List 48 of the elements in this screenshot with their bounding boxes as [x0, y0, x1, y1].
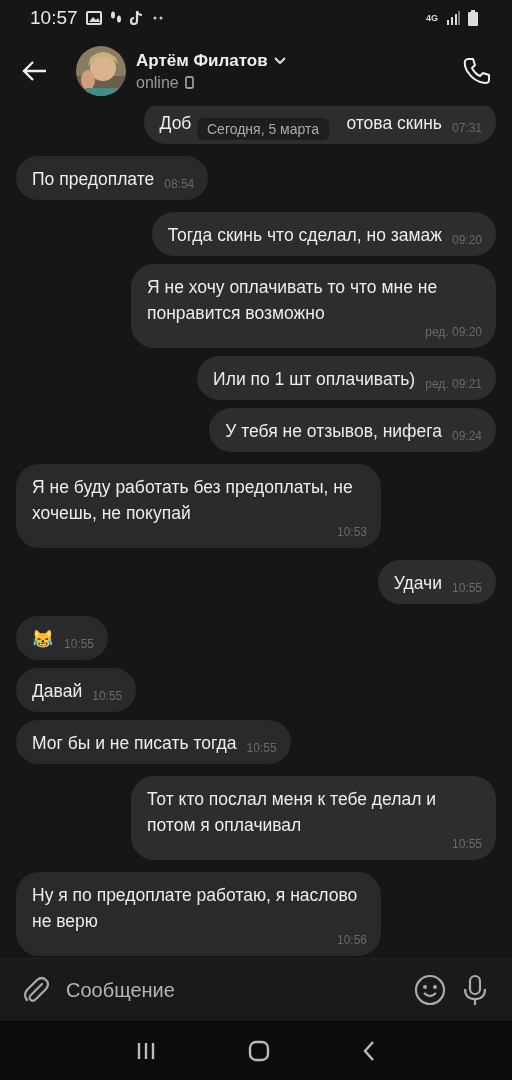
back-arrow-icon[interactable]: [22, 60, 48, 82]
message-time: 10:55: [451, 836, 482, 852]
more-icon: [151, 15, 164, 21]
contact-name[interactable]: Артём Филатов: [136, 50, 268, 71]
emoji-icon[interactable]: [414, 974, 446, 1006]
message-time: 08:54: [164, 176, 195, 192]
message-time: 10:55: [246, 740, 277, 756]
message-text: По предоплате: [32, 168, 155, 191]
message-text: Я не хочу оплачивать то что мне не понравится возможно: [147, 276, 439, 325]
message-text: Тот кто послал меня к тебе делал и потом я оплачивал: [147, 788, 437, 837]
message-time: 09:24: [451, 428, 482, 444]
message-text: Доб: [159, 112, 192, 135]
status-time: 10:57: [30, 7, 78, 29]
call-icon[interactable]: [462, 56, 492, 86]
back-icon[interactable]: [362, 1039, 376, 1062]
phone-device-icon: [184, 76, 194, 89]
network-label: 4G: [426, 13, 438, 23]
message-text: Давай: [32, 680, 83, 703]
signal-icon: [446, 11, 460, 25]
message-time: 10:55: [92, 688, 123, 704]
paperclip-icon[interactable]: [22, 975, 50, 1005]
message-text: У тебя не отзывов, нифега: [225, 420, 442, 443]
message-text: Ну я по предоплате работаю, я наслово не верю: [32, 884, 359, 933]
image-icon: [85, 11, 102, 25]
footprints-icon: [109, 11, 122, 25]
date-badge: Сегодня, 5 марта: [197, 118, 330, 140]
message-time: 10:53: [336, 524, 367, 540]
message-time: 10:56: [336, 932, 367, 948]
message-text: Я не буду работать без предоплаты, не хочешь, не покупай: [32, 476, 354, 525]
message-time: 10:55: [64, 636, 95, 652]
message-text: Или по 1 шт оплачивать): [213, 368, 416, 391]
battery-icon: [468, 10, 478, 26]
message-text: отова скинь: [346, 112, 442, 135]
message-time: ред. 09:21: [425, 376, 482, 392]
message-time: 10:55: [451, 580, 482, 596]
recent-apps-icon[interactable]: [136, 1041, 156, 1060]
message-time: ред. 09:20: [425, 324, 482, 340]
microphone-icon[interactable]: [462, 974, 488, 1006]
message-text: 😹: [32, 628, 54, 651]
online-status: online: [136, 73, 179, 92]
home-icon[interactable]: [248, 1039, 270, 1062]
message-text: Мог бы и не писать тогда: [32, 732, 237, 755]
message-time: 07:31: [451, 120, 482, 136]
message-text: Тогда скинь что сделал, но замаж: [167, 224, 442, 247]
chevron-down-icon[interactable]: [273, 56, 286, 65]
message-text: Удачи: [393, 572, 442, 595]
message-time: 09:20: [451, 232, 482, 248]
music-note-icon: [129, 10, 144, 26]
